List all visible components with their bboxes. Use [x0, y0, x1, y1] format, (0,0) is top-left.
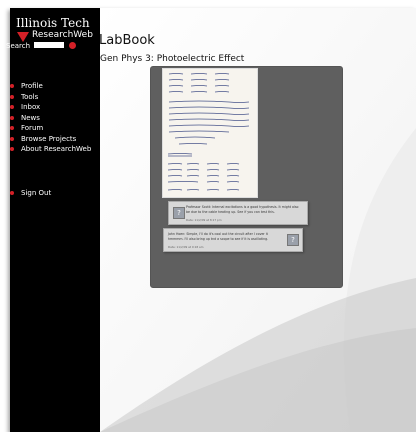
brand-name[interactable]: Illinois Tech — [16, 16, 90, 30]
sidebar-item-label: Forum — [21, 124, 44, 132]
question-mark-icon: ? — [287, 234, 299, 246]
sidebar-item-browse-projects[interactable]: Browse Projects — [10, 134, 91, 144]
sidebar-item-label: News — [21, 113, 40, 122]
page-subtitle: Gen Phys 3: Photoelectric Effect — [100, 54, 245, 64]
bullet-icon — [10, 105, 14, 109]
sign-out-link[interactable]: Sign Out — [10, 188, 51, 198]
handwritten-notes-image — [167, 73, 250, 191]
sidebar-nav: Profile Tools Inbox News Forum Browse Pr… — [10, 81, 91, 155]
signout-container: Sign Out — [10, 188, 51, 199]
sidebar-item-label: Browse Projects — [21, 134, 77, 143]
bullet-icon — [10, 115, 14, 120]
search-label: Search — [6, 42, 31, 50]
sidebar-item-profile[interactable]: Profile — [10, 81, 91, 91]
sidebar-item-tools[interactable]: Tools — [10, 92, 91, 102]
bullet-icon — [10, 191, 14, 195]
bullet-icon — [10, 126, 14, 130]
bullet-icon — [10, 147, 14, 151]
sidebar-item-label: Inbox — [21, 103, 41, 111]
sidebar: Illinois Tech ResearchWeb — [10, 8, 100, 432]
sidebar-item-news[interactable]: News — [10, 113, 91, 123]
bullet-icon — [10, 94, 14, 99]
sidebar-item-inbox[interactable]: Inbox — [10, 102, 91, 112]
comment-professor: ? Professor Scott: Internal excitations … — [168, 201, 308, 225]
search-input[interactable] — [34, 42, 64, 48]
search-button[interactable] — [69, 42, 76, 49]
comment-text: John Hoen: Simple, I'll do it's cool out… — [168, 232, 269, 241]
comment-date: Date: 11/2/09 at 9:18 am — [168, 245, 204, 249]
comment-date: Date: 11/2/09 at 8:17 pm — [186, 218, 222, 222]
bullet-icon — [10, 84, 14, 88]
bullet-icon — [10, 136, 14, 141]
sidebar-item-forum[interactable]: Forum — [10, 123, 91, 133]
sign-out-label: Sign Out — [21, 189, 52, 197]
sidebar-item-label: Profile — [21, 82, 43, 90]
sidebar-item-label: Tools — [21, 92, 39, 101]
notebook-page-image[interactable] — [162, 68, 258, 198]
brand-subname[interactable]: ResearchWeb — [32, 30, 93, 40]
sidebar-item-label: About ResearchWeb — [21, 145, 92, 153]
sidebar-item-about[interactable]: About ResearchWeb — [10, 144, 91, 154]
question-mark-icon: ? — [173, 207, 185, 219]
page-title: LabBook — [99, 33, 155, 48]
comment-student: ? John Hoen: Simple, I'll do it's cool o… — [163, 228, 303, 252]
logo-triangle-icon — [17, 32, 29, 42]
comment-text: Professor Scott: Internal excitations is… — [186, 205, 299, 214]
